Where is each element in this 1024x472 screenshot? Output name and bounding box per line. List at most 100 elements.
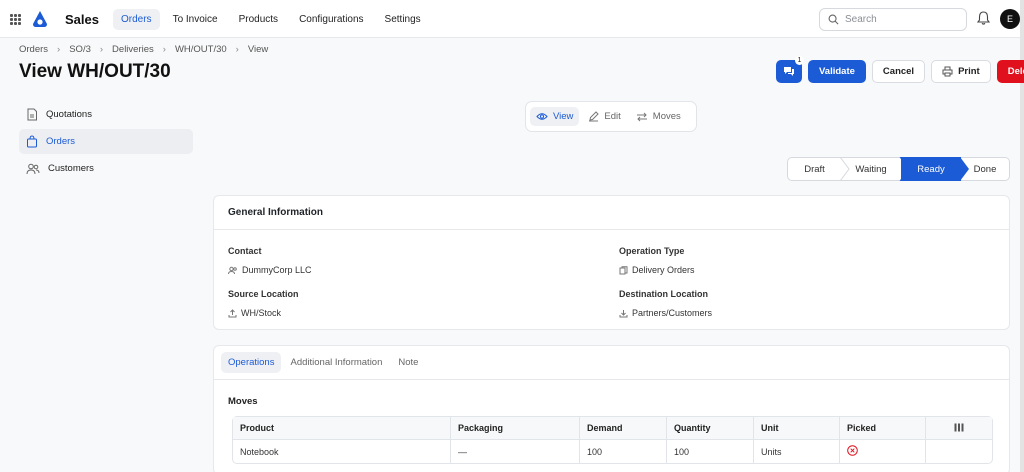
contact-label: Contact <box>228 246 262 256</box>
column-header-product[interactable]: Product <box>233 417 451 440</box>
sidebar-item-label: Quotations <box>46 109 92 120</box>
chat-count-badge: 1 <box>795 56 804 65</box>
chevron-right-icon: › <box>99 44 104 55</box>
switch-edit-label: Edit <box>604 111 621 122</box>
operation-type-label: Operation Type <box>619 246 685 256</box>
download-icon <box>619 309 628 317</box>
chevron-right-icon: › <box>162 44 166 55</box>
printer-icon <box>942 66 953 77</box>
general-information-title: General Information <box>214 196 1009 230</box>
tab-additional-information[interactable]: Additional Information <box>283 352 389 373</box>
sidebar-item-quotations[interactable]: Quotations <box>19 102 193 127</box>
nav-orders[interactable]: Orders <box>113 9 160 30</box>
breadcrumb-current: View <box>247 44 269 55</box>
sidebar-item-label: Orders <box>46 136 76 147</box>
table-row[interactable]: Notebook — 100 100 Units <box>233 440 992 463</box>
contact-value[interactable]: DummyCorp LLC <box>242 265 312 275</box>
cell-packaging: — <box>451 440 580 463</box>
stage-ready[interactable]: Ready <box>901 157 961 181</box>
nav-products[interactable]: Products <box>231 9 286 30</box>
column-header-packaging[interactable]: Packaging <box>451 417 580 440</box>
sidebar: Quotations Orders Customers <box>19 102 193 183</box>
tab-operations[interactable]: Operations <box>221 352 282 373</box>
nav-to-invoice[interactable]: To Invoice <box>165 9 226 30</box>
chat-button[interactable]: 1 <box>776 56 804 83</box>
search-icon <box>828 14 839 25</box>
eye-icon <box>536 113 548 120</box>
chevron-right-icon: › <box>57 44 61 55</box>
stage-done[interactable]: Done <box>961 157 1010 181</box>
users-icon <box>228 266 237 274</box>
destination-location-value[interactable]: Partners/Customers <box>632 308 712 318</box>
action-bar: 1 Validate Cancel Print Delete <box>776 56 1024 83</box>
contact-field: Contact DummyCorp LLC <box>228 246 312 275</box>
nav-configurations[interactable]: Configurations <box>291 9 371 30</box>
column-header-unit[interactable]: Unit <box>754 417 840 440</box>
column-header-demand[interactable]: Demand <box>580 417 667 440</box>
print-label: Print <box>958 66 980 77</box>
arrows-icon <box>636 112 647 121</box>
switch-moves-label: Moves <box>652 111 681 122</box>
cell-product[interactable]: Notebook <box>233 440 451 463</box>
delete-button[interactable]: Delete <box>996 60 1024 83</box>
document-icon <box>27 108 37 121</box>
source-location-label: Source Location <box>228 289 299 299</box>
app-title: Sales <box>65 12 99 27</box>
tab-note[interactable]: Note <box>391 352 425 373</box>
sidebar-item-label: Customers <box>48 163 94 174</box>
pencil-icon <box>589 111 600 122</box>
general-information-card: General Information Contact DummyCorp LL… <box>213 195 1010 330</box>
switch-moves[interactable]: Moves <box>630 107 687 126</box>
search-input[interactable] <box>845 14 955 25</box>
nav-settings[interactable]: Settings <box>377 9 429 30</box>
cell-row-actions <box>926 440 992 463</box>
switch-view-label: View <box>553 111 574 122</box>
cell-picked[interactable] <box>840 440 926 463</box>
apps-grid-icon[interactable] <box>10 14 21 25</box>
detail-tabs: Operations Additional Information Note <box>214 346 1009 380</box>
cell-quantity[interactable]: 100 <box>667 440 754 463</box>
sidebar-item-customers[interactable]: Customers <box>19 156 193 181</box>
source-location-value[interactable]: WH/Stock <box>241 308 281 318</box>
sidebar-item-orders[interactable]: Orders <box>19 129 193 154</box>
upload-icon <box>228 308 237 317</box>
status-bar: Draft Waiting Ready Done <box>787 157 1010 181</box>
column-header-picked[interactable]: Picked <box>840 417 926 440</box>
print-button[interactable]: Print <box>931 60 991 83</box>
operation-type-value[interactable]: Delivery Orders <box>632 265 695 275</box>
breadcrumb-so[interactable]: SO/3 <box>69 44 91 55</box>
moves-title: Moves <box>228 396 258 407</box>
destination-location-label: Destination Location <box>619 289 709 299</box>
top-bar: Sales Orders To Invoice Products Configu… <box>0 0 1020 38</box>
table-header-row: Product Packaging Demand Quantity Unit P… <box>233 417 992 440</box>
stage-draft[interactable]: Draft <box>787 157 841 181</box>
cell-demand: 100 <box>580 440 667 463</box>
app-logo[interactable] <box>31 10 49 31</box>
copy-icon <box>619 265 628 274</box>
chevron-right-icon: › <box>235 44 239 55</box>
operations-card: Operations Additional Information Note M… <box>213 345 1010 472</box>
switch-edit[interactable]: Edit <box>582 107 626 126</box>
breadcrumb-orders[interactable]: Orders <box>19 44 48 55</box>
column-header-quantity[interactable]: Quantity <box>667 417 754 440</box>
cancel-button[interactable]: Cancel <box>871 60 926 83</box>
not-picked-x-circle-icon[interactable] <box>847 445 858 456</box>
breadcrumb-deliveries[interactable]: Deliveries <box>112 44 154 55</box>
switch-view[interactable]: View <box>530 107 580 126</box>
destination-location-field: Destination Location Partners/Customers <box>619 289 712 318</box>
columns-icon <box>954 423 964 431</box>
page-title: View WH/OUT/30 <box>19 61 171 82</box>
bell-icon[interactable] <box>976 11 991 28</box>
source-location-field: Source Location WH/Stock <box>228 289 299 318</box>
chat-icon <box>784 67 794 76</box>
moves-table: Product Packaging Demand Quantity Unit P… <box>232 416 993 464</box>
breadcrumb-record[interactable]: WH/OUT/30 <box>175 44 227 55</box>
stage-waiting[interactable]: Waiting <box>841 157 901 181</box>
view-switcher: View Edit Moves <box>525 101 697 132</box>
search-box[interactable] <box>819 8 967 31</box>
users-icon <box>26 163 40 174</box>
user-avatar[interactable]: E <box>1000 9 1020 29</box>
column-settings-button[interactable] <box>926 417 992 440</box>
validate-button[interactable]: Validate <box>808 60 866 83</box>
cell-unit: Units <box>754 440 840 463</box>
